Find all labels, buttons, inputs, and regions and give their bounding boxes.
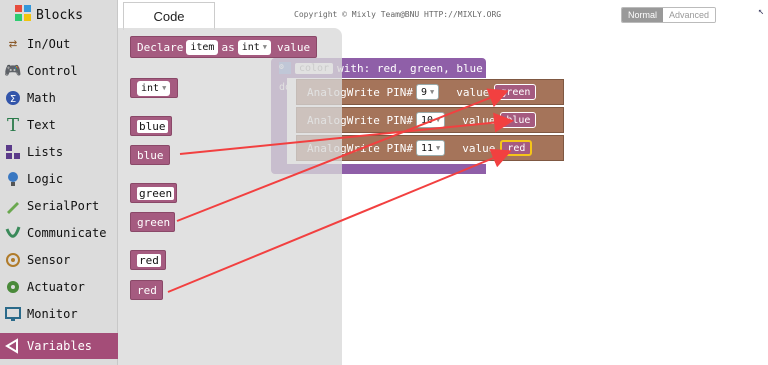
svg-text:Σ: Σ <box>10 94 16 105</box>
sidebar-item-label: Logic <box>27 172 64 186</box>
sidebar-item-variables[interactable]: Variables <box>0 333 118 359</box>
sidebar-item-label: Lists <box>27 145 64 159</box>
procedure-params: with: red, green, blue <box>337 61 483 75</box>
variable-label: red <box>137 283 157 297</box>
variable-getter-block[interactable]: blue <box>130 145 170 165</box>
sidebar-item-label: Control <box>27 64 78 78</box>
sidebar-item-actuator[interactable]: Actuator <box>0 274 118 300</box>
sidebar-item-sensor[interactable]: Sensor <box>0 247 118 273</box>
variable-setter-block[interactable]: red <box>130 250 166 270</box>
sidebar-item-label: Math <box>27 91 56 105</box>
advanced-mode-button[interactable]: Advanced <box>663 8 716 22</box>
blocks-header: Blocks <box>0 0 118 30</box>
type-dropdown[interactable]: int ▼ <box>237 39 271 55</box>
variable-label: green <box>137 186 175 200</box>
gear-icon <box>4 278 22 296</box>
int-type-block[interactable]: int ▼ <box>130 78 178 98</box>
puzzle-icon <box>14 4 32 26</box>
type-dropdown[interactable]: int ▼ <box>137 80 171 96</box>
mode-switch: Normal Advanced <box>621 7 717 23</box>
variable-setter-block[interactable]: blue <box>130 116 172 136</box>
value-label: value <box>462 113 496 127</box>
top-bar: Code Copyright © Mixly Team@BNU HTTP://M… <box>118 0 768 30</box>
sidebar-item-label: Actuator <box>27 280 85 294</box>
sidebar-item-label: Variables <box>27 339 93 353</box>
value-label: value <box>276 40 311 54</box>
letter-t-icon: T <box>6 114 19 136</box>
gamepad-icon: 🎮 <box>4 63 22 79</box>
variable-label: green <box>137 215 171 229</box>
collapse-arrow-icon[interactable]: ↖ <box>758 6 764 17</box>
blocks-title: Blocks <box>36 7 83 23</box>
sidebar-item-label: Monitor <box>27 307 78 321</box>
sidebar-item-label: In/Out <box>27 37 71 51</box>
sidebar-item-label: Text <box>27 118 56 132</box>
swirl-icon <box>4 224 22 242</box>
list-blocks-icon <box>4 143 22 161</box>
variable-slot-selected[interactable]: red <box>500 140 533 156</box>
value-label: value <box>456 85 490 99</box>
signal-icon <box>4 251 22 269</box>
sidebar-item-communicate[interactable]: Communicate <box>0 220 118 246</box>
variable-setter-block[interactable]: green <box>130 183 177 203</box>
math-circle-icon: Σ <box>4 89 22 107</box>
declare-label: Declare <box>137 40 184 54</box>
variable-name-field[interactable]: item <box>186 39 219 55</box>
sidebar-item-lists[interactable]: Lists <box>0 139 118 165</box>
value-label: value <box>462 141 496 155</box>
variable-label: blue <box>137 148 164 162</box>
sidebar-item-text[interactable]: T Text <box>0 112 118 138</box>
sidebar-item-control[interactable]: 🎮 Control <box>0 58 118 84</box>
copyright-text: Copyright © Mixly Team@BNU HTTP://MIXLY.… <box>294 10 502 19</box>
variable-label: red <box>137 253 161 267</box>
sidebar-item-math[interactable]: Σ Math <box>0 85 118 111</box>
pin-dropdown[interactable]: 10 ▼ <box>415 112 446 128</box>
variable-icon <box>4 337 22 355</box>
monitor-icon <box>4 305 22 323</box>
declare-variable-block[interactable]: Declare item as int ▼ value <box>130 36 318 58</box>
pin-dropdown[interactable]: 11 ▼ <box>415 140 446 156</box>
in-out-arrows-icon: ⇄ <box>8 36 18 52</box>
variable-label: blue <box>137 119 168 133</box>
normal-mode-button[interactable]: Normal <box>622 8 664 22</box>
pin-dropdown[interactable]: 9 ▼ <box>415 84 440 100</box>
tab-code[interactable]: Code <box>123 2 215 30</box>
variable-slot[interactable]: blue <box>500 112 537 128</box>
bulb-icon <box>4 170 22 188</box>
variable-slot[interactable]: green <box>494 84 537 100</box>
variable-getter-block[interactable]: red <box>130 280 163 300</box>
sidebar-item-label: SerialPort <box>27 199 100 213</box>
sidebar-item-label: Sensor <box>27 253 71 267</box>
sidebar-item-logic[interactable]: Logic <box>0 166 118 192</box>
as-label: as <box>221 40 235 54</box>
sidebar-item-monitor[interactable]: Monitor <box>0 301 118 327</box>
sidebar-item-serialport[interactable]: SerialPort <box>0 193 118 219</box>
sidebar-item-label: Communicate <box>27 226 107 240</box>
variable-getter-block[interactable]: green <box>130 212 175 232</box>
sidebar-item-in-out[interactable]: ⇄ In/Out <box>0 31 118 57</box>
category-sidebar: Blocks ⇄ In/Out 🎮 Control Σ Math T Text … <box>0 0 118 365</box>
pen-icon <box>4 197 22 215</box>
